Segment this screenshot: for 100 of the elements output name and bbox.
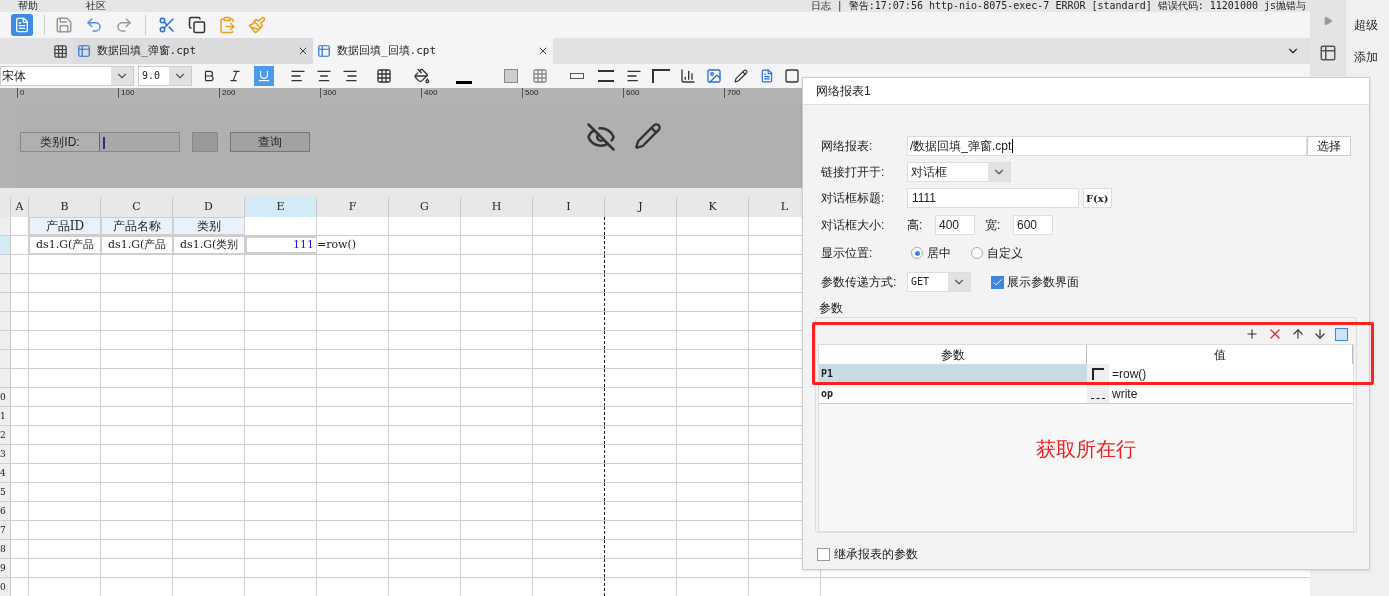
close-icon[interactable]: [537, 45, 549, 57]
menu-item[interactable]: 帮助: [18, 0, 38, 12]
menu-item[interactable]: 社区: [86, 0, 106, 12]
row-header[interactable]: 0: [0, 388, 11, 406]
open-in-select[interactable]: 对话框: [907, 162, 1011, 182]
chart-icon[interactable]: [680, 68, 696, 84]
bold-icon[interactable]: [202, 69, 216, 83]
row-header[interactable]: 4: [0, 464, 11, 482]
pencil-icon[interactable]: [634, 122, 662, 150]
row-header[interactable]: 0: [0, 578, 11, 596]
border-icon[interactable]: [376, 68, 392, 84]
width-field[interactable]: 600: [1013, 215, 1053, 235]
field-label: 网络报表:: [821, 138, 874, 155]
app-logo-icon[interactable]: [11, 14, 33, 36]
ruler-label: 600: [623, 88, 724, 98]
merge-cells-icon[interactable]: [504, 69, 518, 83]
save-icon[interactable]: [55, 16, 73, 34]
field-label: 显示位置:: [821, 245, 874, 262]
add-icon[interactable]: [1245, 327, 1259, 341]
move-up-icon[interactable]: [1291, 327, 1305, 341]
table-cell: ds1.G(类别: [173, 236, 245, 254]
column-header[interactable]: F: [317, 197, 389, 217]
split-cells-icon[interactable]: [532, 68, 548, 84]
document-icon[interactable]: [760, 69, 774, 83]
cut-icon[interactable]: [158, 16, 176, 34]
font-size-select[interactable]: 9.0: [138, 66, 192, 86]
column-header[interactable]: E: [245, 197, 317, 217]
field-label: 类别ID:: [39, 134, 81, 151]
side-panel-item[interactable]: 超级: [1346, 16, 1389, 34]
formula-button[interactable]: F(x): [1083, 188, 1112, 208]
annotation-text: 获取所在行: [1036, 437, 1136, 462]
column-header[interactable]: K: [677, 197, 749, 217]
redo-icon[interactable]: [115, 16, 133, 34]
param-row[interactable]: op write: [819, 384, 1353, 404]
row-header[interactable]: 3: [0, 445, 11, 463]
show-params-checkbox[interactable]: 展示参数界面: [991, 273, 1079, 291]
position-radio[interactable]: 居中: [911, 244, 951, 262]
paragraph-icon[interactable]: [626, 68, 642, 84]
column-header[interactable]: J: [605, 197, 677, 217]
report-path-field[interactable]: /数据回填_弹窗.cpt: [907, 136, 1307, 156]
dialog-title: 网络报表1: [803, 78, 1369, 105]
italic-icon[interactable]: [228, 69, 242, 83]
table-cell-text: op: [820, 387, 835, 401]
query-button[interactable]: 查询: [230, 132, 310, 152]
text-field-icon[interactable]: [570, 73, 584, 79]
height-field[interactable]: 400: [935, 215, 975, 235]
param-row[interactable]: P1 =row(): [819, 364, 1353, 384]
column-header[interactable]: H: [461, 197, 533, 217]
dialog-title-field[interactable]: 1111: [907, 188, 1079, 208]
table-cell: 产品名称: [101, 217, 173, 235]
report-file-icon: [317, 44, 331, 58]
method-select[interactable]: GET: [907, 272, 971, 292]
underline-toggle[interactable]: [254, 66, 274, 86]
grid-icon[interactable]: [1319, 44, 1337, 62]
field-label: 参数传递方式:: [821, 274, 898, 291]
column-header[interactable]: I: [533, 197, 605, 217]
move-down-icon[interactable]: [1313, 327, 1327, 341]
table-cell-text: write: [1111, 385, 1139, 403]
file-tab[interactable]: 数据回填_弹窗.cpt: [73, 38, 313, 64]
image-icon[interactable]: [706, 68, 722, 84]
align-center-icon[interactable]: [316, 68, 332, 84]
file-tab[interactable]: 数据回填_回填.cpt: [313, 38, 553, 64]
close-icon[interactable]: [297, 45, 309, 57]
table-cell: =row(): [317, 236, 389, 254]
row-header[interactable]: 2: [0, 426, 11, 444]
row-header[interactable]: 9: [0, 559, 11, 577]
align-left-icon[interactable]: [290, 68, 306, 84]
section-label: 参数: [819, 300, 844, 317]
expand-icon[interactable]: [1323, 16, 1333, 26]
tab-label: 数据回填_弹窗.cpt: [97, 42, 198, 59]
side-panel-item[interactable]: 添加: [1346, 48, 1389, 66]
column-header[interactable]: G: [389, 197, 461, 217]
parameter-icon[interactable]: [1335, 327, 1348, 341]
column-header[interactable]: A: [11, 197, 29, 217]
ruler-label: 200: [219, 88, 320, 98]
field-label: 对话框标题:: [821, 190, 886, 207]
eye-off-icon[interactable]: [586, 122, 616, 152]
copy-icon[interactable]: [188, 16, 206, 34]
inherit-checkbox[interactable]: 继承报表的参数: [817, 545, 1369, 563]
text-style-icon[interactable]: [598, 70, 614, 82]
align-right-icon[interactable]: [342, 68, 358, 84]
row-header[interactable]: 1: [0, 407, 11, 425]
frame-icon[interactable]: [784, 68, 800, 84]
row-header[interactable]: 8: [0, 540, 11, 558]
ruler-label: 400: [421, 88, 522, 98]
category-id-field[interactable]: [99, 133, 179, 151]
report-file-icon: [77, 44, 91, 58]
table-cell: 产品ID: [29, 217, 101, 235]
font-select[interactable]: 宋体: [0, 66, 134, 86]
choose-button[interactable]: 选择: [1307, 136, 1351, 156]
row-header[interactable]: 5: [0, 483, 11, 501]
formula-icon[interactable]: [652, 69, 670, 83]
table-cell-text: =row(): [1111, 365, 1148, 383]
fill-color-icon[interactable]: [414, 68, 430, 84]
row-header[interactable]: 6: [0, 502, 11, 520]
table-cell: 111: [245, 236, 317, 254]
position-radio[interactable]: 自定义: [971, 244, 1023, 262]
log-message: 日志 | 警告:17:07:56 http-nio-8075-exec-7 ERROR [standard] 错误代码: 11201000 js抛错与: [810, 0, 1306, 12]
row-header[interactable]: 7: [0, 521, 11, 539]
undo-icon[interactable]: [85, 16, 103, 34]
